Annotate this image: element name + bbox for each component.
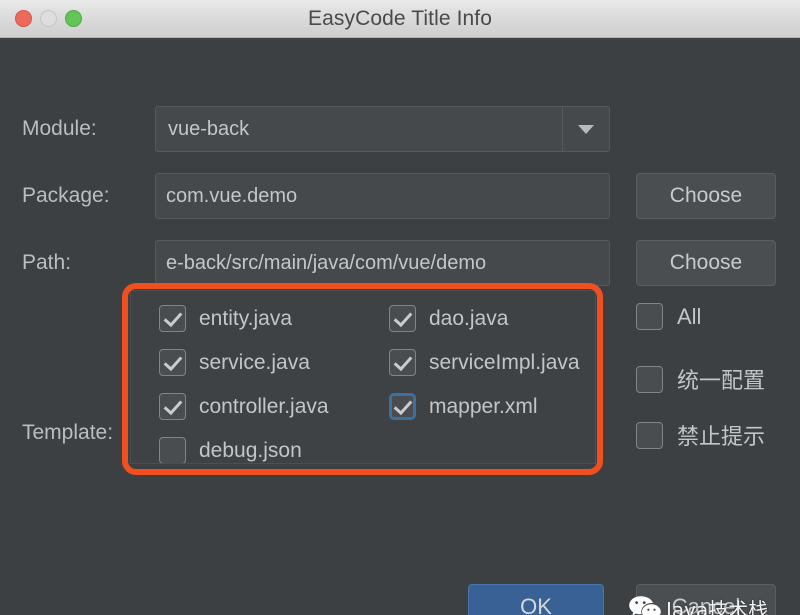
option-unified-config[interactable]: 统一配置	[636, 363, 765, 395]
choose-path-button[interactable]: Choose	[636, 240, 776, 286]
path-input[interactable]: e-back/src/main/java/com/vue/demo	[155, 240, 610, 286]
window-title: EasyCode Title Info	[0, 7, 800, 31]
template-label: Template:	[22, 421, 113, 445]
module-value: vue-back	[156, 118, 562, 141]
package-label: Package:	[22, 184, 110, 208]
cancel-button[interactable]: Cancel	[636, 584, 776, 615]
package-input[interactable]: com.vue.demo	[155, 173, 610, 219]
module-combobox[interactable]: vue-back	[155, 106, 610, 152]
template-item-entity[interactable]: entity.java	[159, 305, 292, 332]
choose-package-button[interactable]: Choose	[636, 173, 776, 219]
checkbox-icon[interactable]	[159, 349, 186, 376]
window-controls	[15, 10, 82, 27]
template-item-label: mapper.xml	[429, 395, 538, 419]
checkbox-icon[interactable]	[636, 366, 663, 393]
chevron-down-icon	[578, 125, 594, 134]
option-label: All	[677, 304, 701, 330]
option-all[interactable]: All	[636, 303, 701, 330]
easycode-title-info-dialog: EasyCode Title Info Module: vue-back Pac…	[0, 0, 800, 615]
template-item-serviceimpl[interactable]: serviceImpl.java	[389, 349, 580, 376]
template-item-label: serviceImpl.java	[429, 351, 580, 375]
checkbox-icon[interactable]	[389, 349, 416, 376]
template-item-label: dao.java	[429, 307, 508, 331]
module-label: Module:	[22, 117, 97, 141]
path-label: Path:	[22, 251, 71, 275]
template-item-dao[interactable]: dao.java	[389, 305, 508, 332]
titlebar: EasyCode Title Info	[0, 0, 800, 38]
checkbox-icon[interactable]	[159, 305, 186, 332]
template-item-mapper[interactable]: mapper.xml	[389, 393, 538, 420]
close-window-button[interactable]	[15, 10, 32, 27]
dialog-body: Module: vue-back Package: com.vue.demo C…	[0, 38, 800, 615]
checkbox-icon[interactable]	[636, 303, 663, 330]
template-list[interactable]: entity.java dao.java service.java servic…	[130, 290, 596, 464]
checkbox-icon[interactable]	[159, 393, 186, 420]
minimize-window-button[interactable]	[40, 10, 57, 27]
template-item-label: service.java	[199, 351, 310, 375]
checkbox-icon[interactable]	[159, 437, 186, 464]
template-item-controller[interactable]: controller.java	[159, 393, 329, 420]
module-dropdown-button[interactable]	[562, 107, 609, 151]
option-label: 统一配置	[677, 363, 765, 395]
checkbox-icon[interactable]	[389, 393, 416, 420]
option-label: 禁止提示	[677, 419, 765, 451]
template-item-label: controller.java	[199, 395, 329, 419]
template-item-debug[interactable]: debug.json	[159, 437, 302, 464]
template-item-service[interactable]: service.java	[159, 349, 310, 376]
maximize-window-button[interactable]	[65, 10, 82, 27]
checkbox-icon[interactable]	[636, 422, 663, 449]
template-item-label: debug.json	[199, 439, 302, 463]
ok-button[interactable]: OK	[468, 584, 604, 615]
template-item-label: entity.java	[199, 307, 292, 331]
checkbox-icon[interactable]	[389, 305, 416, 332]
option-disable-prompt[interactable]: 禁止提示	[636, 419, 765, 451]
